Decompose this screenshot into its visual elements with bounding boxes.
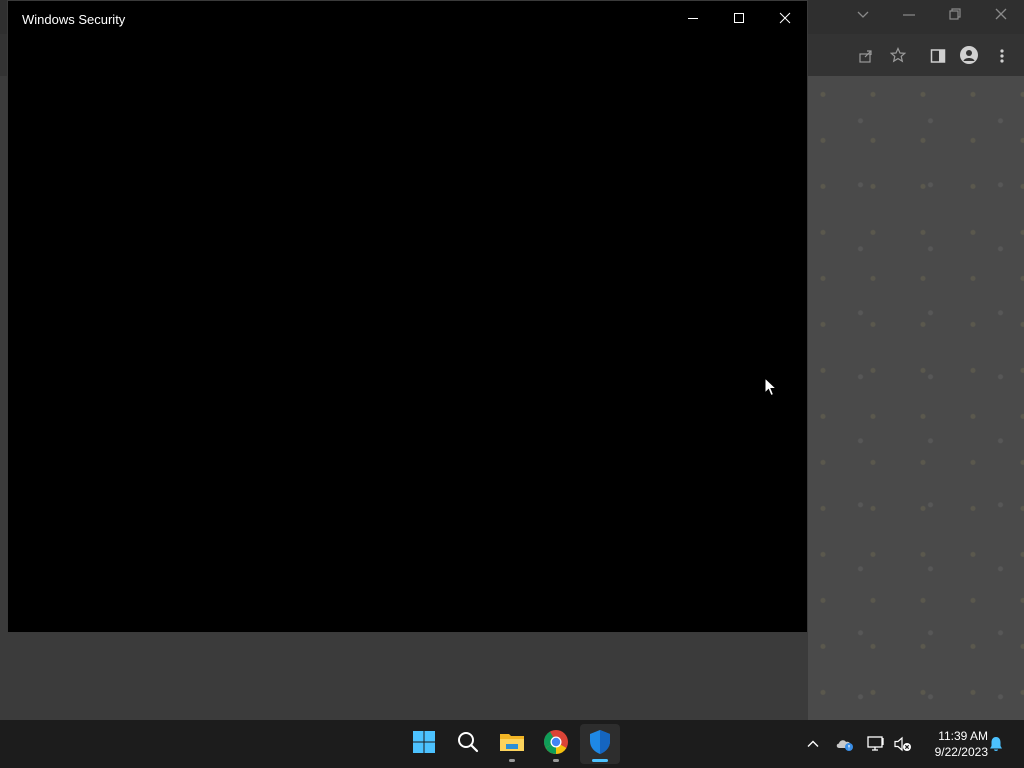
- more-icon[interactable]: [998, 48, 1006, 64]
- restore-icon[interactable]: [948, 7, 962, 21]
- maximize-icon: [733, 12, 745, 24]
- active-indicator: [592, 759, 608, 762]
- star-icon[interactable]: [890, 47, 906, 63]
- shield-icon: [588, 729, 612, 760]
- mouse-cursor-icon: [764, 376, 778, 402]
- browser-close-icon[interactable]: [994, 7, 1008, 21]
- browser-content: [808, 76, 1024, 720]
- clock-time: 11:39 AM: [938, 729, 988, 743]
- running-indicator: [553, 759, 559, 762]
- sidebar-icon[interactable]: [930, 48, 946, 64]
- taskbar: [0, 720, 1024, 768]
- maximize-button[interactable]: [716, 5, 762, 31]
- profile-icon[interactable]: [960, 46, 978, 64]
- volume-muted-icon[interactable]: [893, 735, 913, 758]
- chrome-icon: [543, 729, 569, 760]
- chevron-down-icon[interactable]: [856, 7, 870, 21]
- close-button[interactable]: [762, 5, 808, 31]
- windows-security-button[interactable]: [580, 724, 620, 764]
- share-icon[interactable]: [858, 48, 874, 64]
- bell-icon[interactable]: [987, 735, 1005, 758]
- network-icon[interactable]: [866, 735, 886, 758]
- chevron-up-icon[interactable]: [806, 737, 820, 756]
- system-clock[interactable]: 11:39 AM 9/22/2023: [918, 728, 988, 760]
- windows-security-window[interactable]: Windows Security: [7, 0, 808, 633]
- browser-minimize-icon[interactable]: [902, 8, 916, 22]
- search-button[interactable]: [448, 724, 488, 764]
- file-explorer-button[interactable]: [492, 724, 532, 764]
- close-icon: [779, 12, 791, 24]
- running-indicator: [509, 759, 515, 762]
- clock-date: 9/22/2023: [934, 745, 988, 759]
- minimize-button[interactable]: [670, 5, 716, 31]
- windows-logo-icon: [412, 730, 436, 759]
- minimize-icon: [687, 12, 699, 24]
- start-button[interactable]: [404, 724, 444, 764]
- onedrive-icon[interactable]: [835, 735, 855, 758]
- search-icon: [456, 730, 480, 759]
- chrome-button[interactable]: [536, 724, 576, 764]
- window-title: Windows Security: [22, 12, 126, 27]
- folder-icon: [499, 730, 525, 759]
